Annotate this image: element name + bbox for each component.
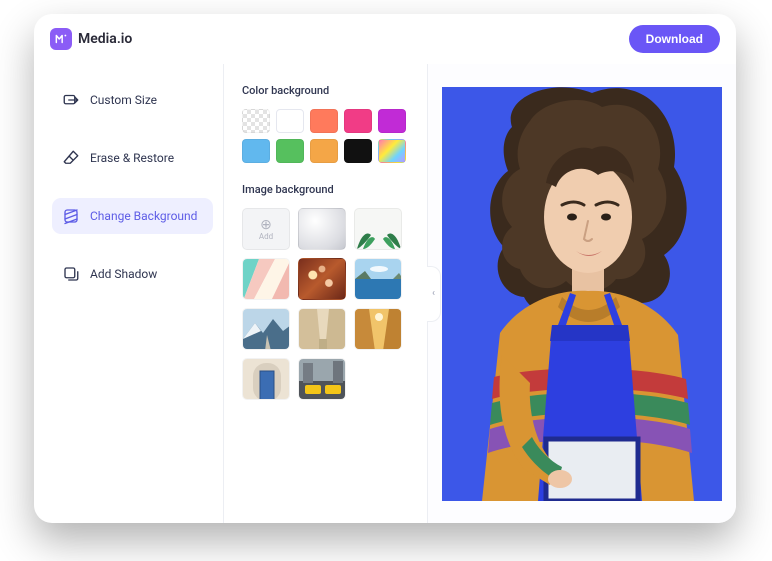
preview-subject-person (442, 87, 722, 501)
image-thumb-plant-leaves[interactable] (354, 208, 402, 250)
download-button[interactable]: Download (629, 25, 720, 53)
color-swatch-orange[interactable] (310, 139, 338, 163)
brand-name: Media.io (78, 31, 132, 47)
texture-icon (62, 207, 80, 225)
sidebar-item-change-background[interactable]: Change Background (52, 198, 213, 234)
plus-icon: ⊕ (260, 218, 272, 232)
color-swatch-hotpink[interactable] (344, 109, 372, 133)
color-swatch-coral[interactable] (310, 109, 338, 133)
chevron-left-icon: ‹ (432, 288, 435, 299)
image-thumb-mountain-road[interactable] (242, 308, 290, 350)
add-label: Add (259, 232, 273, 241)
sidebar-item-label: Erase & Restore (90, 151, 174, 165)
shadow-icon (62, 265, 80, 283)
app-window: Media.io Download Custom Size Erase & Re… (34, 14, 736, 523)
image-thumb-studio-gray[interactable] (298, 208, 346, 250)
image-thumb-ocean-cliffs[interactable] (354, 258, 402, 300)
image-section-title: Image background (242, 183, 413, 196)
sidebar-item-custom-size[interactable]: Custom Size (52, 82, 213, 118)
brand: Media.io (50, 28, 132, 50)
color-swatch-transparent[interactable] (242, 109, 270, 133)
color-swatch-magenta[interactable] (378, 109, 406, 133)
sidebar-item-label: Custom Size (90, 93, 157, 107)
resize-icon (62, 91, 80, 109)
color-swatch-green[interactable] (276, 139, 304, 163)
image-thumb-blue-doorway[interactable] (242, 358, 290, 400)
brand-logo-icon (50, 28, 72, 50)
color-swatch-black[interactable] (344, 139, 372, 163)
color-section-title: Color background (242, 84, 413, 97)
image-thumb-add[interactable]: ⊕ Add (242, 208, 290, 250)
sidebar-item-add-shadow[interactable]: Add Shadow (52, 256, 213, 292)
color-swatch-rainbow[interactable] (378, 139, 406, 163)
app-body: Custom Size Erase & Restore Change Backg… (34, 64, 736, 523)
image-thumb-beige-street[interactable] (298, 308, 346, 350)
sidebar-item-label: Add Shadow (90, 267, 157, 281)
sidebar: Custom Size Erase & Restore Change Backg… (34, 64, 224, 523)
color-swatch-grid (242, 109, 412, 163)
options-panel: Color background Image background ⊕ Add (224, 64, 428, 523)
image-thumb-pastel-stripes[interactable] (242, 258, 290, 300)
panel-collapse-handle[interactable]: ‹ (427, 266, 441, 322)
preview-canvas[interactable] (442, 87, 722, 501)
image-thumb-yellow-taxis[interactable] (298, 358, 346, 400)
image-thumb-golden-alley[interactable] (354, 308, 402, 350)
sidebar-item-erase-restore[interactable]: Erase & Restore (52, 140, 213, 176)
image-thumb-rust-bokeh[interactable] (298, 258, 346, 300)
sidebar-item-label: Change Background (90, 209, 197, 223)
preview-area: ‹ (428, 64, 736, 523)
header-bar: Media.io Download (34, 14, 736, 64)
color-swatch-skyblue[interactable] (242, 139, 270, 163)
eraser-icon (62, 149, 80, 167)
image-thumb-grid: ⊕ Add (242, 208, 412, 400)
color-swatch-white[interactable] (276, 109, 304, 133)
